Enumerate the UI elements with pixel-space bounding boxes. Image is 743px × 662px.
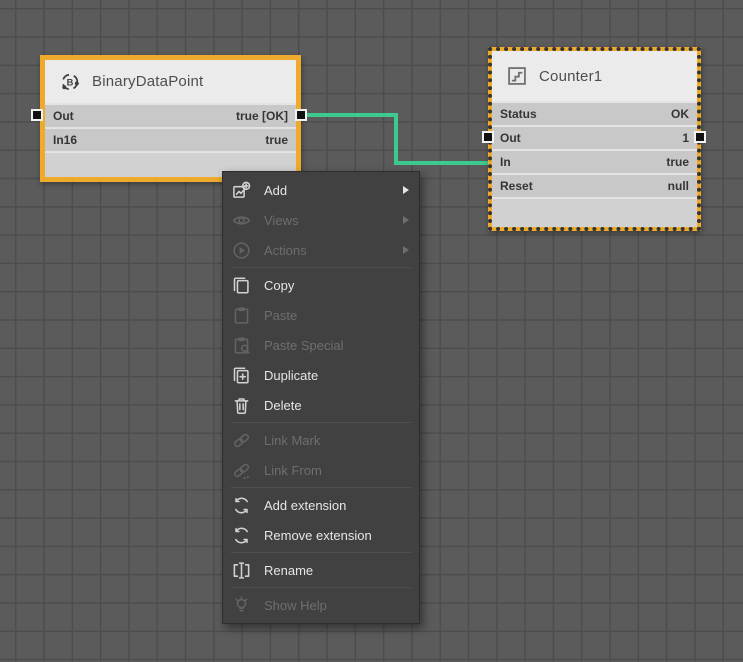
menu-separator [231,587,411,588]
paste-special-icon [232,336,251,355]
node-empty-slot[interactable] [492,197,697,227]
copy-icon [232,276,251,295]
pin-binary-out-right[interactable] [295,109,307,121]
row-value: 1 [682,131,689,145]
node-binarydatapoint[interactable]: B BinaryDataPoint Out true [OK] In16 tru… [40,55,301,182]
row-label: In16 [53,133,78,147]
menu-item-show-help: Show Help [223,590,419,620]
node-header[interactable]: Counter1 [492,51,697,101]
binary-point-icon: B [59,71,81,93]
row-value: true [265,133,288,147]
submenu-arrow-icon [403,186,409,194]
delete-icon [232,396,251,415]
row-label: Reset [500,179,533,193]
row-value: null [667,179,689,193]
node-row[interactable]: Reset null [492,173,697,197]
wire[interactable] [303,113,488,165]
submenu-arrow-icon [403,216,409,224]
duplicate-icon [232,366,251,385]
row-value: true [OK] [236,109,288,123]
node-title: BinaryDataPoint [92,73,204,90]
menu-item-actions: Actions [223,235,419,265]
pin-binary-out-left[interactable] [31,109,43,121]
remove-extension-icon [232,526,251,545]
row-value: true [666,155,689,169]
show-help-icon [232,595,251,615]
context-menu: Add Views Actions Copy Paste Paste Speci… [222,171,420,624]
actions-icon [232,241,251,260]
node-row[interactable]: In true [492,149,697,173]
svg-text:B: B [67,77,74,87]
menu-item-link-from: Link From [223,455,419,485]
row-label: Out [53,109,74,123]
menu-item-copy[interactable]: Copy [223,270,419,300]
counter-icon [506,65,528,87]
menu-item-add-extension[interactable]: Add extension [223,490,419,520]
wire-sheet-canvas[interactable]: { "canvas": { "bg": "#5b5b5b", "grid_lin… [0,0,743,662]
add-icon [232,181,251,200]
node-header[interactable]: B BinaryDataPoint [45,60,296,103]
pin-counter-out-right[interactable] [694,131,706,143]
menu-item-link-mark: Link Mark [223,425,419,455]
node-row[interactable]: Out 1 [492,125,697,149]
menu-separator [231,487,411,488]
menu-separator [231,267,411,268]
rename-icon [232,561,251,580]
menu-item-remove-extension[interactable]: Remove extension [223,520,419,550]
views-icon [232,211,251,230]
row-label: In [500,155,511,169]
row-label: Out [500,131,521,145]
submenu-arrow-icon [403,246,409,254]
menu-item-delete[interactable]: Delete [223,390,419,420]
node-counter1[interactable]: Counter1 Status OK Out 1 In true Reset n… [488,47,701,231]
menu-item-duplicate[interactable]: Duplicate [223,360,419,390]
node-row[interactable]: Status OK [492,101,697,125]
node-row[interactable]: Out true [OK] [45,103,296,127]
menu-separator [231,422,411,423]
menu-item-views: Views [223,205,419,235]
menu-item-add[interactable]: Add [223,175,419,205]
node-row[interactable]: In16 true [45,127,296,151]
menu-item-rename[interactable]: Rename [223,555,419,585]
node-title: Counter1 [539,67,603,85]
menu-item-paste-special: Paste Special [223,330,419,360]
row-label: Status [500,107,537,121]
paste-icon [232,306,251,325]
add-extension-icon [232,496,251,515]
row-value: OK [671,107,689,121]
menu-separator [231,552,411,553]
link-from-icon [232,461,251,480]
link-mark-icon [232,431,251,450]
menu-item-paste: Paste [223,300,419,330]
pin-counter-out-left[interactable] [482,131,494,143]
